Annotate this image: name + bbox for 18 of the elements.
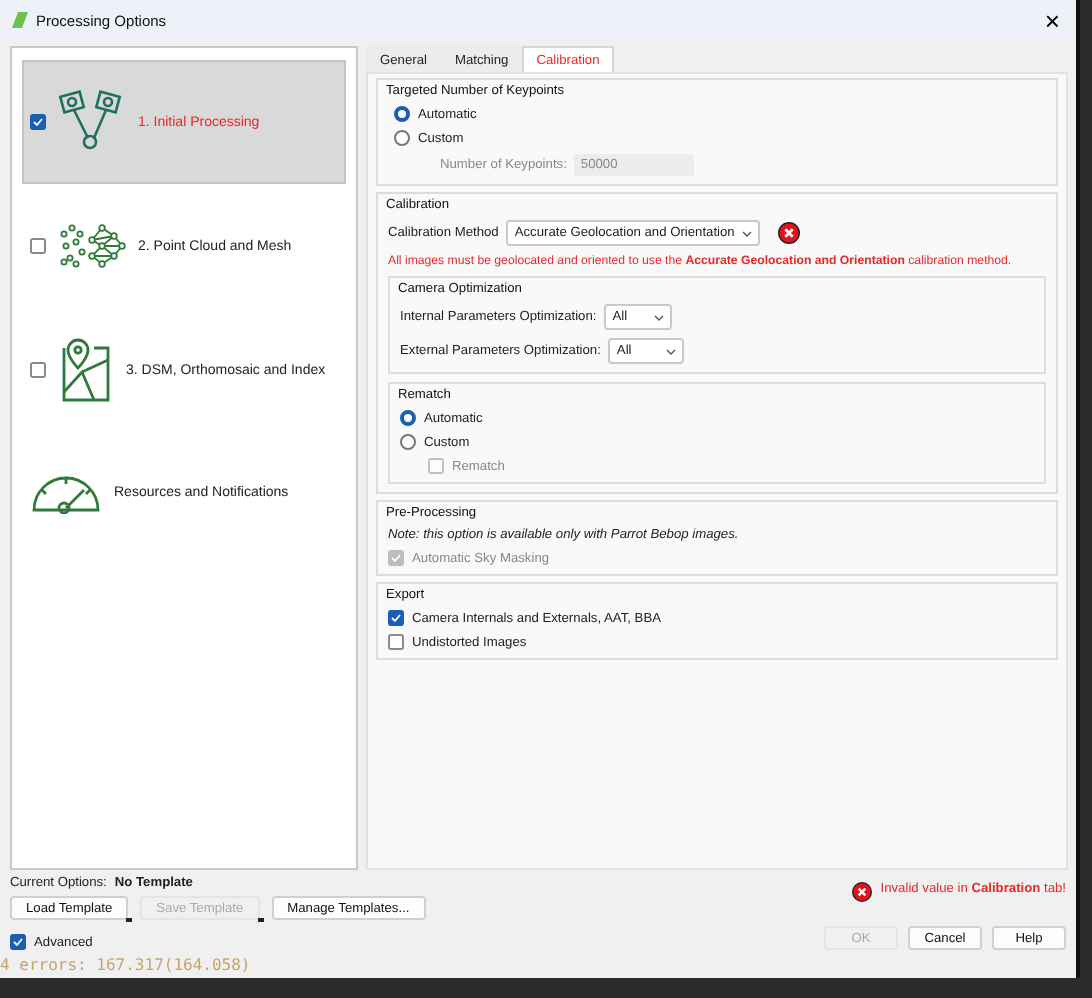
checkbox[interactable] xyxy=(388,610,404,626)
radio-button[interactable] xyxy=(400,434,416,450)
chevron-down-icon xyxy=(654,313,665,321)
radio-button[interactable] xyxy=(400,410,416,426)
close-button[interactable]: × xyxy=(1040,7,1064,33)
step-checkbox[interactable] xyxy=(30,238,46,254)
error-icon xyxy=(852,882,873,902)
chevron-down-icon xyxy=(666,347,677,355)
point-cloud-icon xyxy=(58,222,126,270)
map-pin-icon xyxy=(58,336,114,404)
app-logo-icon xyxy=(12,12,28,28)
step-checkbox[interactable] xyxy=(30,114,46,130)
step-checkbox[interactable] xyxy=(30,362,46,378)
error-icon xyxy=(778,222,801,244)
chevron-down-icon xyxy=(742,229,753,237)
advanced-checkbox[interactable] xyxy=(10,934,26,950)
console-text: 4 errors: 167.317(164.058) xyxy=(0,958,253,978)
checkbox[interactable] xyxy=(388,634,404,650)
